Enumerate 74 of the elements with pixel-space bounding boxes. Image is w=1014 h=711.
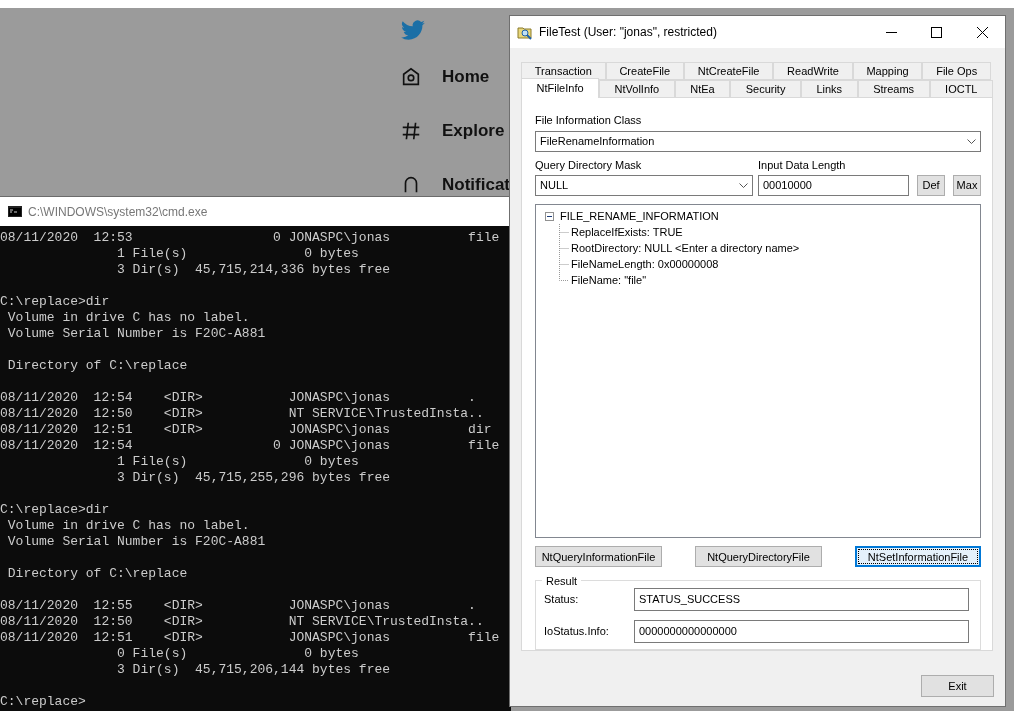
console-line: 08/11/2020 12:53 0 JONASPC\jonas file [0, 230, 500, 246]
tab[interactable]: File Ops [922, 62, 991, 80]
hashtag-icon [400, 120, 422, 142]
console-line: Directory of C:\replace [6, 566, 188, 582]
tab[interactable]: NtVolInfo [599, 80, 675, 98]
tab[interactable]: NtCreateFile [683, 62, 774, 80]
console-line: 08/11/2020 12:51 <DIR> JONASPC\jonas dir [0, 422, 492, 438]
tab[interactable]: NtEa [674, 80, 731, 98]
console-line: 0 File(s) 0 bytes [116, 646, 359, 662]
tree-node[interactable]: FILE_RENAME_INFORMATION [560, 207, 719, 225]
exit-button[interactable]: Exit [921, 675, 994, 697]
tab[interactable]: Security [730, 80, 801, 98]
console-line: C:\replace> [0, 694, 86, 710]
tree-connector [559, 240, 569, 256]
console-line: 3 Dir(s) 45,715,206,144 bytes free [116, 662, 391, 678]
console-line: 08/11/2020 12:50 <DIR> NT SERVICE\TrustedInsta.. [0, 614, 484, 630]
collapse-icon[interactable] [545, 211, 554, 221]
action-button[interactable]: NtQueryDirectoryFile [695, 546, 822, 568]
console-line: Volume in drive C has no label. [6, 518, 250, 534]
window-title: FileTest (User: "jonas", restricted) [539, 24, 718, 41]
length-button[interactable]: Max [953, 175, 981, 196]
folder-magnifier-icon [517, 24, 533, 40]
console-line: Directory of C:\replace [6, 358, 188, 374]
bird-logo-icon [400, 20, 426, 42]
tab[interactable]: Streams [857, 80, 930, 98]
console-line: 08/11/2020 12:51 <DIR> JONASPC\jonas file [0, 630, 500, 646]
window-title: C:\WINDOWS\system32\cmd.exe [28, 203, 208, 221]
chevron-down-icon [967, 138, 976, 144]
console-line: C:\replace>dir [0, 502, 110, 518]
nav-label[interactable]: Explore [442, 118, 505, 144]
action-button[interactable]: NtQueryInformationFile [535, 546, 662, 568]
length-field[interactable]: 00010000 [758, 175, 909, 196]
result-field[interactable]: 0000000000000000 [634, 619, 969, 643]
console-line: 08/11/2020 12:55 <DIR> JONASPC\jonas . [0, 598, 476, 614]
console-line: 08/11/2020 12:50 <DIR> NT SERVICE\TrustedInsta.. [0, 406, 484, 422]
field-label: Status: [544, 591, 580, 607]
field-label: Query Directory Mask [535, 157, 643, 173]
tab[interactable]: NtFileInfo [521, 78, 600, 98]
tree-node[interactable]: FileNameLength: 0x00000008 [571, 255, 719, 273]
console-icon [8, 206, 22, 217]
console-line: 08/11/2020 12:54 <DIR> JONASPC\jonas . [0, 390, 476, 406]
tab[interactable]: Transaction [521, 62, 606, 80]
chevron-down-icon [739, 183, 748, 188]
console-line: Volume Serial Number is F20C-A881 [6, 326, 266, 342]
console-line: Volume in drive C has no label. [6, 310, 250, 326]
tab[interactable]: ReadWrite [773, 62, 853, 80]
length-button[interactable]: Def [917, 175, 945, 196]
home-icon [400, 66, 422, 88]
nav-label[interactable]: Notificat [442, 172, 510, 198]
tree-node[interactable]: FileName: "file" [571, 271, 647, 289]
close-icon[interactable] [977, 26, 988, 38]
field-label: Input Data Length [758, 157, 847, 173]
tree-connector [559, 224, 569, 240]
tab[interactable]: Links [800, 80, 858, 98]
console-line: 1 File(s) 0 bytes [116, 454, 359, 470]
tree-node[interactable]: RootDirectory: NULL <Enter a directory name> [571, 239, 800, 257]
action-button[interactable]: NtSetInformationFile [855, 546, 981, 568]
console-line: C:\replace>dir [0, 294, 110, 310]
console-line: 08/11/2020 12:54 0 JONASPC\jonas file [0, 438, 500, 454]
console-line: Volume Serial Number is F20C-A881 [6, 534, 266, 550]
console-line: 3 Dir(s) 45,715,214,336 bytes free [116, 262, 391, 278]
tab[interactable]: IOCTL [929, 80, 993, 98]
field-label: IoStatus.Info: [544, 623, 610, 639]
mask-dropdown[interactable]: NULL [535, 175, 753, 196]
field-label: File Information Class [535, 113, 643, 128]
maximize-icon[interactable] [931, 26, 942, 38]
console-line: 3 Dir(s) 45,715,255,296 bytes free [116, 470, 391, 486]
nav-label[interactable]: Home [442, 64, 490, 90]
result-field[interactable]: STATUS_SUCCESS [634, 587, 969, 611]
console-line: 1 File(s) 0 bytes [116, 246, 359, 262]
class-dropdown[interactable]: FileRenameInformation [535, 130, 981, 152]
tab[interactable]: Mapping [852, 62, 923, 80]
tab[interactable]: CreateFile [605, 62, 684, 80]
tree-node[interactable]: ReplaceIfExists: TRUE [571, 223, 683, 241]
